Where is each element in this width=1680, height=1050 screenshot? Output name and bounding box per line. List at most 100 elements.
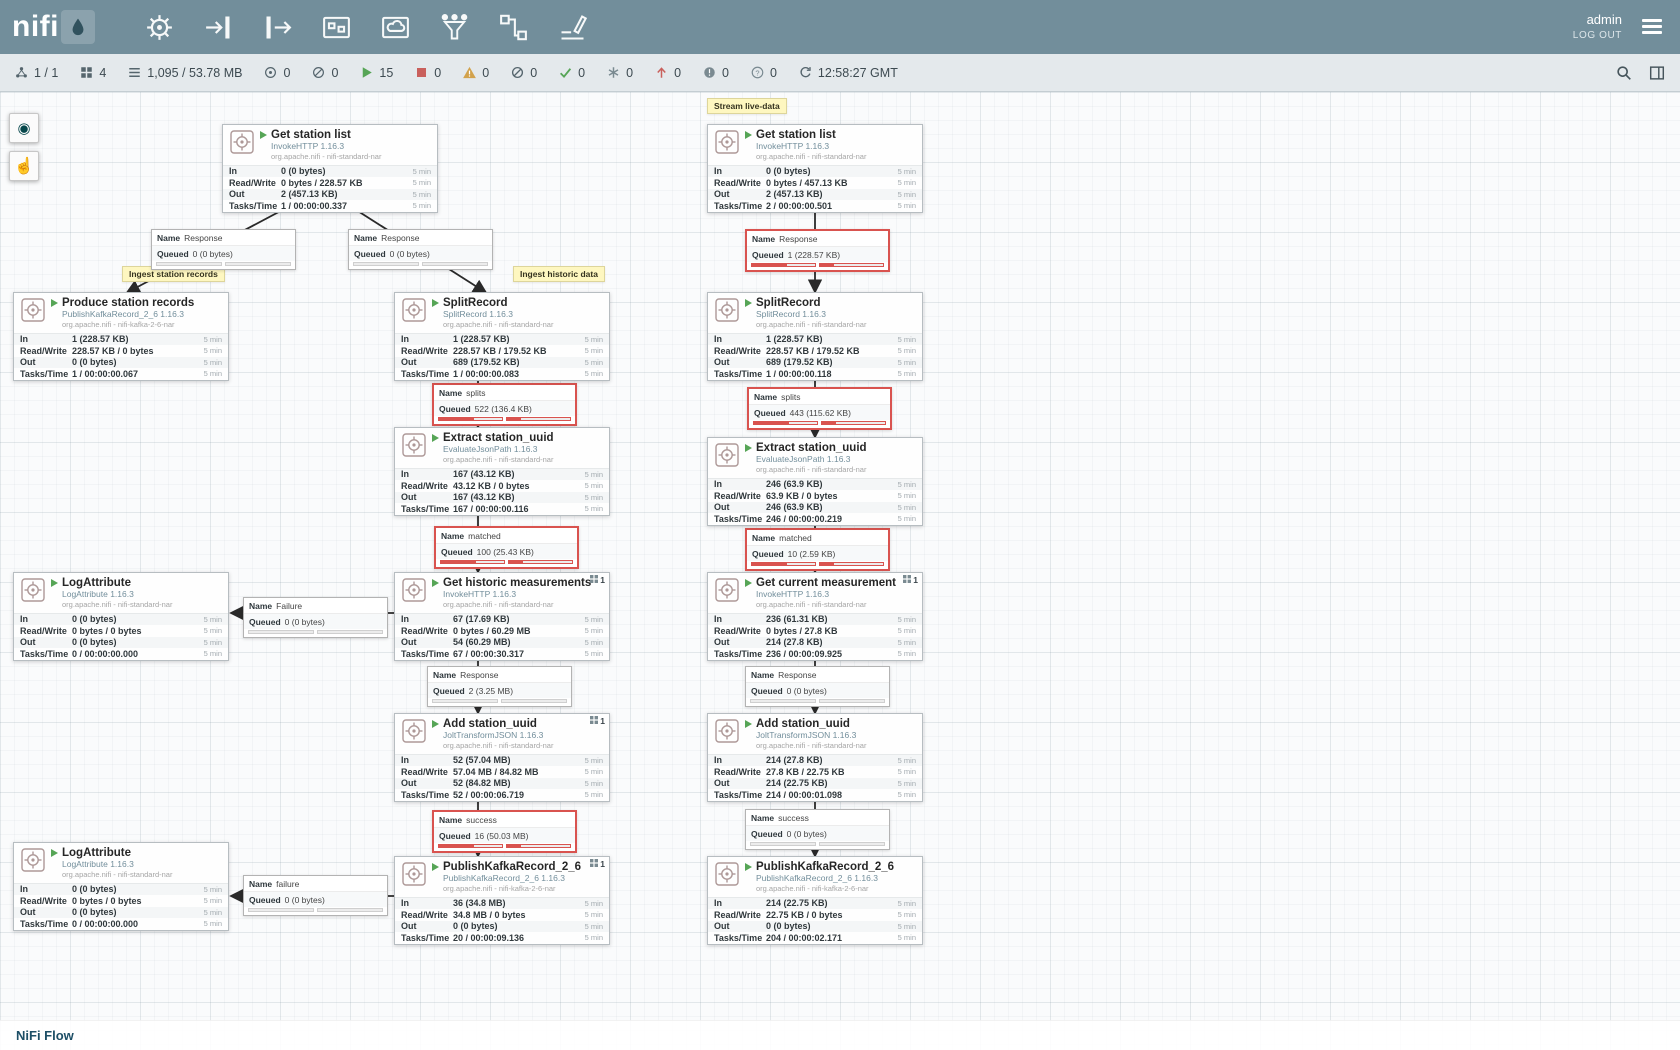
- status-item-disabled: 0: [510, 65, 537, 80]
- processor[interactable]: 1 PublishKafkaRecord_2_6 PublishKafkaRec…: [394, 856, 610, 945]
- navigate-palette-button[interactable]: ◉: [9, 113, 39, 143]
- processor[interactable]: Get station list InvokeHTTP 1.16.3 org.a…: [707, 124, 923, 213]
- connection-label[interactable]: Name splits Queued 522 (136.4 KB): [432, 383, 577, 426]
- flow-canvas[interactable]: Ingest station recordsIngest historic da…: [0, 92, 1680, 1050]
- panel-toggle-icon[interactable]: [1648, 64, 1666, 82]
- processor[interactable]: LogAttribute LogAttribute 1.16.3 org.apa…: [13, 842, 229, 931]
- stat-row: Read/Write0 bytes / 27.8 KB5 min: [708, 625, 922, 637]
- app-header: nifi admin LOG OUT: [0, 0, 1680, 54]
- processor[interactable]: 1 Add station_uuid JoltTransformJSON 1.1…: [394, 713, 610, 802]
- processor[interactable]: Produce station records PublishKafkaReco…: [13, 292, 229, 381]
- connection-label[interactable]: Name Response Queued 0 (0 bytes): [745, 666, 890, 707]
- funnel-icon[interactable]: [438, 11, 471, 44]
- canvas-label[interactable]: Ingest historic data: [513, 266, 605, 282]
- processor-stats: In214 (27.8 KB)5 minRead/Write27.8 KB / …: [708, 754, 922, 801]
- stat-window: 5 min: [898, 346, 916, 355]
- connection-label[interactable]: Name Response Queued 1 (228.57 KB): [745, 229, 890, 272]
- processor-bundle: org.apache.nifi - nifi-standard-nar: [443, 600, 603, 609]
- process-group-icon[interactable]: [320, 11, 353, 44]
- connection-name-row: Name splits: [434, 385, 575, 400]
- search-icon[interactable]: [1615, 64, 1633, 82]
- processor-titles: Extract station_uuid EvaluateJsonPath 1.…: [745, 442, 916, 474]
- connection-label[interactable]: Name splits Queued 443 (115.62 KB): [747, 387, 892, 430]
- connection-label[interactable]: Name success Queued 0 (0 bytes): [745, 809, 890, 850]
- stat-value: 1 / 00:00:00.067: [72, 369, 200, 379]
- stat-value: 214 / 00:00:01.098: [766, 790, 894, 800]
- connection-name-row: Name matched: [747, 530, 888, 545]
- processor-type: InvokeHTTP 1.16.3: [756, 141, 916, 152]
- stat-label: Read/Write: [401, 910, 453, 920]
- processor-type: SplitRecord 1.16.3: [443, 309, 603, 320]
- processor-type-icon: [714, 718, 740, 744]
- stat-window: 5 min: [585, 638, 603, 647]
- connection-queued-key: Queued: [439, 404, 471, 414]
- backpressure-bars: [428, 698, 571, 706]
- connection-label[interactable]: Name success Queued 16 (50.03 MB): [432, 810, 577, 853]
- connection-label[interactable]: Name matched Queued 100 (25.43 KB): [434, 526, 579, 569]
- stat-value: 34.8 MB / 0 bytes: [453, 910, 581, 920]
- processor[interactable]: SplitRecord SplitRecord 1.16.3 org.apach…: [394, 292, 610, 381]
- stat-label: Read/Write: [20, 626, 72, 636]
- breadcrumb-root[interactable]: NiFi Flow: [16, 1028, 74, 1043]
- stat-window: 5 min: [898, 756, 916, 765]
- connection-label[interactable]: Name matched Queued 10 (2.59 KB): [745, 528, 890, 571]
- processor[interactable]: Get station list InvokeHTTP 1.16.3 org.a…: [222, 124, 438, 213]
- processor[interactable]: Extract station_uuid EvaluateJsonPath 1.…: [707, 437, 923, 526]
- stat-window: 5 min: [585, 933, 603, 942]
- stat-label: Read/Write: [714, 178, 766, 188]
- stat-label: Tasks/Time: [20, 369, 72, 379]
- processor[interactable]: PublishKafkaRecord_2_6 PublishKafkaRecor…: [707, 856, 923, 945]
- stat-label: Out: [229, 189, 281, 199]
- processor[interactable]: 1 Get current measurement InvokeHTTP 1.1…: [707, 572, 923, 661]
- connection-queued: 0 (0 bytes): [285, 895, 325, 905]
- stat-label: Tasks/Time: [401, 369, 453, 379]
- connection-label[interactable]: Name Response Queued 2 (3.25 MB): [427, 666, 572, 707]
- stat-row: Tasks/Time20 / 00:00:09.1365 min: [395, 932, 609, 944]
- output-port-icon[interactable]: [261, 11, 294, 44]
- processor[interactable]: Extract station_uuid EvaluateJsonPath 1.…: [394, 427, 610, 516]
- processor-bundle: org.apache.nifi - nifi-standard-nar: [443, 320, 603, 329]
- connection-label[interactable]: Name Failure Queued 0 (0 bytes): [243, 597, 388, 638]
- status-value-not-transmitting: 0: [331, 66, 338, 80]
- global-menu-button[interactable]: [1638, 15, 1666, 38]
- connection-queued-key: Queued: [433, 686, 465, 696]
- canvas-label[interactable]: Stream live-data: [707, 98, 787, 114]
- connection-label[interactable]: Name Response Queued 0 (0 bytes): [151, 229, 296, 270]
- logout-link[interactable]: LOG OUT: [1573, 29, 1622, 42]
- connection-queued-row: Queued 0 (0 bytes): [244, 613, 387, 629]
- status-value-stale: 0: [674, 66, 681, 80]
- backpressure-object-bar: [750, 842, 816, 846]
- template-icon[interactable]: [497, 11, 530, 44]
- processor[interactable]: 1 Get historic measurements InvokeHTTP 1…: [394, 572, 610, 661]
- stat-window: 5 min: [585, 899, 603, 908]
- processor[interactable]: SplitRecord SplitRecord 1.16.3 org.apach…: [707, 292, 923, 381]
- stat-row: Read/Write43.12 KB / 0 bytes5 min: [395, 480, 609, 492]
- connection-label[interactable]: Name failure Queued 0 (0 bytes): [243, 875, 388, 916]
- input-port-icon[interactable]: [202, 11, 235, 44]
- processor-icon[interactable]: [143, 11, 176, 44]
- label-icon[interactable]: [556, 11, 589, 44]
- remote-process-group-icon[interactable]: [379, 11, 412, 44]
- stat-row: Tasks/Time1 / 00:00:00.0675 min: [14, 368, 228, 380]
- processor[interactable]: Add station_uuid JoltTransformJSON 1.16.…: [707, 713, 923, 802]
- processor-name: PublishKafkaRecord_2_6: [443, 861, 581, 873]
- processor-header: SplitRecord SplitRecord 1.16.3 org.apach…: [708, 293, 922, 331]
- stat-value: 246 (63.9 KB): [766, 502, 894, 512]
- connection-label[interactable]: Name Response Queued 0 (0 bytes): [348, 229, 493, 270]
- connection-name-row: Name Response: [747, 231, 888, 246]
- stat-row: Tasks/Time67 / 00:00:30.3175 min: [395, 648, 609, 660]
- backpressure-size-bar: [819, 263, 884, 267]
- operate-palette-button[interactable]: ☝: [9, 151, 39, 181]
- connection-name: Response: [778, 670, 816, 680]
- processor-bundle: org.apache.nifi - nifi-standard-nar: [62, 600, 222, 609]
- processor[interactable]: LogAttribute LogAttribute 1.16.3 org.apa…: [13, 572, 229, 661]
- current-user: admin: [1573, 12, 1622, 29]
- stat-value: 236 / 00:00:09.925: [766, 649, 894, 659]
- stat-label: In: [714, 166, 766, 176]
- processor-type: PublishKafkaRecord_2_6 1.16.3: [62, 309, 222, 320]
- stat-value: 0 (0 bytes): [72, 614, 200, 624]
- stat-window: 5 min: [898, 899, 916, 908]
- processor-name: Add station_uuid: [443, 718, 537, 730]
- run-status-running-icon: [51, 849, 58, 857]
- stat-row: Read/Write228.57 KB / 179.52 KB5 min: [395, 345, 609, 357]
